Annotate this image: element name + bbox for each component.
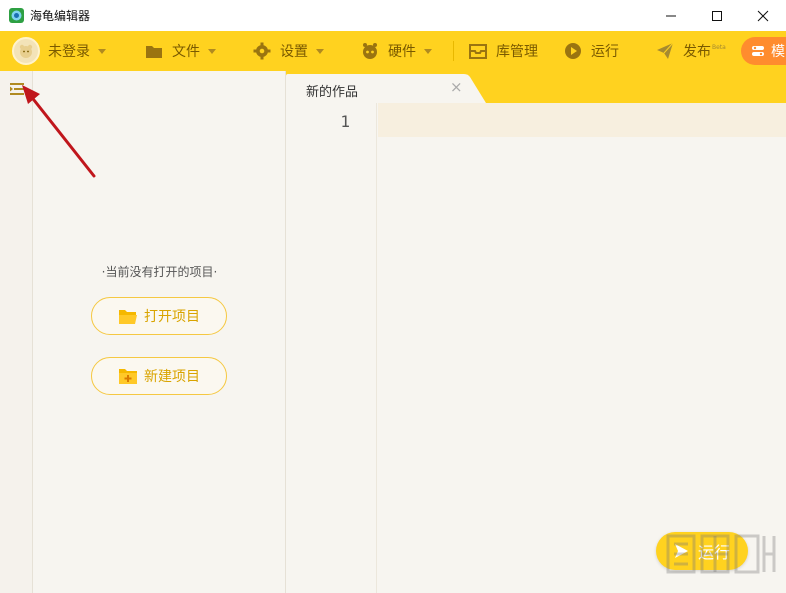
toolbar-divider [453,41,454,61]
chevron-down-icon [98,48,106,54]
gear-icon [252,41,272,61]
login-label: 未登录 [48,44,90,60]
close-window-button[interactable] [740,0,786,31]
turtle-app-icon [9,8,24,23]
window-title: 海龟编辑器 [30,9,91,23]
run-label: 运行 [591,44,619,60]
settings-menu[interactable]: 设置 [252,31,324,71]
sidebar-toggle-button[interactable] [8,80,26,98]
more-label: 模 [771,44,785,60]
line-number-gutter: 1 [286,103,377,593]
run-button[interactable]: 运行 [563,31,619,71]
tab-label: 新的作品 [306,85,359,100]
open-project-label: 打开项目 [144,309,200,325]
folder-icon [144,41,164,61]
code-editor[interactable]: 1 [286,103,786,593]
line-number: 1 [340,112,350,131]
user-avatar-icon [19,44,33,58]
hardware-label: 硬件 [388,44,416,60]
minimize-icon [666,15,676,16]
maximize-button[interactable] [694,0,740,31]
beta-badge: Beta [712,43,726,51]
tab-close-icon[interactable]: × [450,79,464,95]
file-label: 文件 [172,44,200,60]
file-menu[interactable]: 文件 [144,31,216,71]
folder-open-icon [118,307,138,325]
settings-label: 设置 [280,44,308,60]
watermark-logo [666,534,776,574]
library-button[interactable]: 库管理 [468,31,538,71]
project-panel: ·当前没有打开的项目· 打开项目 新建项目 [33,71,286,593]
chevron-down-icon [316,48,324,54]
paper-plane-icon [655,41,675,61]
menu-toggle-icon [10,83,24,95]
chevron-down-icon [208,48,216,54]
open-project-button[interactable]: 打开项目 [91,297,227,335]
title-bar: 海龟编辑器 [0,0,786,31]
publish-button[interactable]: 发布 Beta [655,31,726,71]
inbox-icon [468,41,488,61]
tab-new-work[interactable]: 新的作品 × [286,74,486,103]
login-menu[interactable]: 未登录 [12,31,106,71]
activity-bar [0,71,33,593]
avatar [12,37,40,65]
library-label: 库管理 [496,44,538,60]
editor-tab-strip: 新的作品 × [286,71,786,103]
robot-icon [360,41,380,61]
more-button[interactable]: 模 [741,37,786,65]
maximize-icon [712,10,722,21]
chevron-down-icon [424,48,432,54]
minimize-button[interactable] [648,0,694,31]
hardware-menu[interactable]: 硬件 [360,31,432,71]
main-toolbar: 未登录 文件 设置 硬件 库管理 运行 发布 Beta 模 [0,31,786,71]
folder-add-icon [118,367,138,385]
new-project-label: 新建项目 [144,369,200,385]
close-icon [757,10,769,21]
active-line-highlight[interactable] [378,103,786,137]
publish-label: 发布 [683,44,711,60]
empty-project-message: ·当前没有打开的项目· [101,265,218,279]
play-icon [563,41,583,61]
new-project-button[interactable]: 新建项目 [91,357,227,395]
toggle-icon [752,46,764,56]
